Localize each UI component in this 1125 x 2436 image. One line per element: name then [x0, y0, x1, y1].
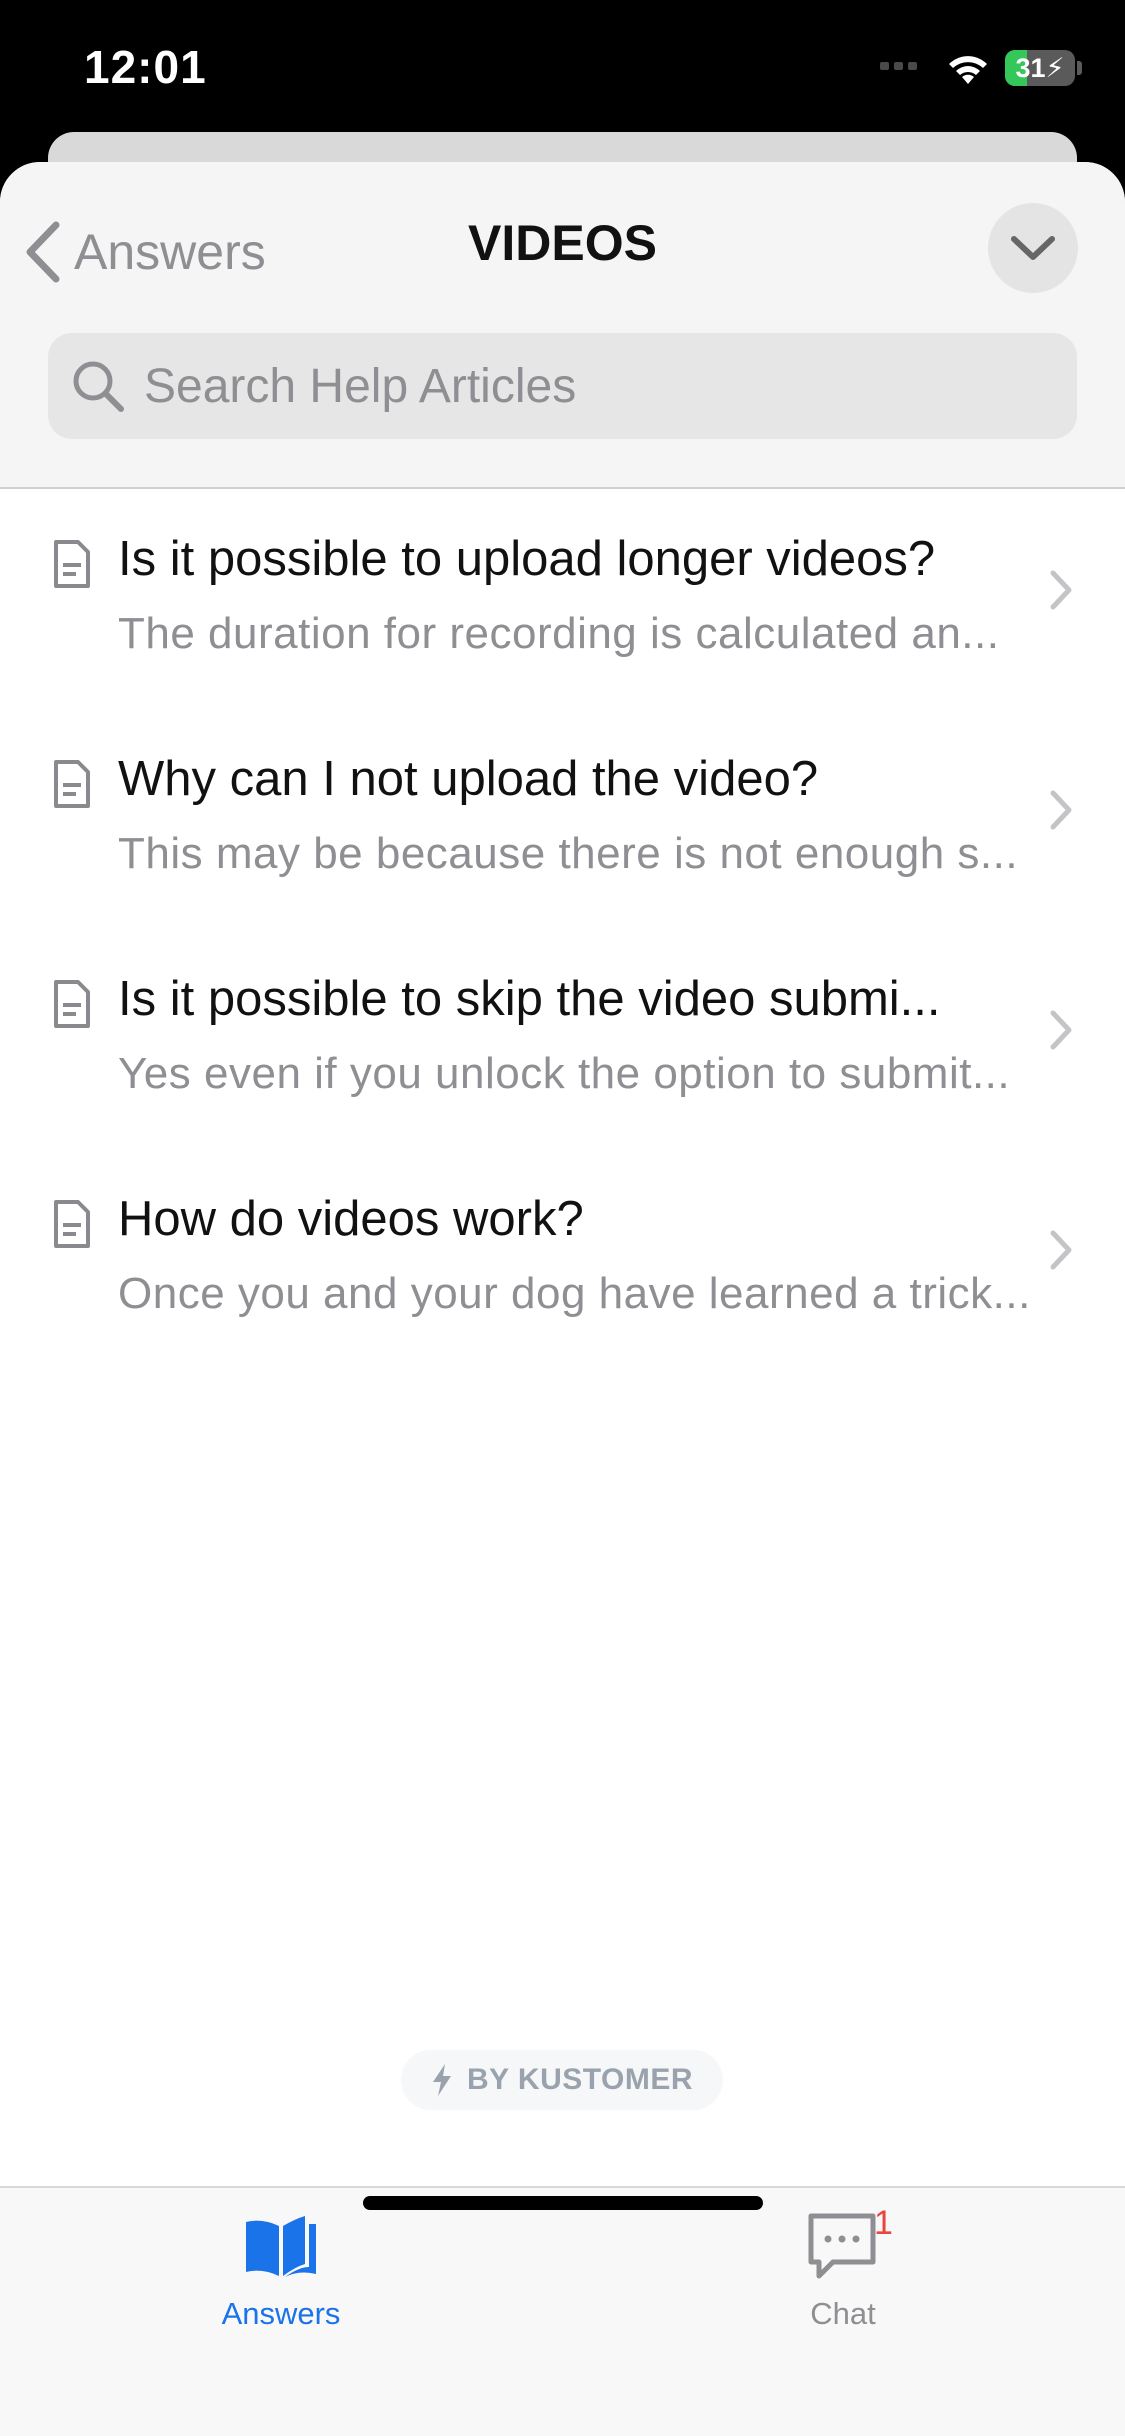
article-title: How do videos work? [118, 1192, 584, 1246]
help-sheet: Answers VIDEOS Is it possible to uplo [0, 162, 1125, 2436]
chevron-right-icon [1050, 570, 1072, 610]
article-item[interactable]: How do videos work? Once you and your do… [0, 1149, 1125, 1369]
search-bar[interactable] [48, 333, 1077, 439]
chat-badge: 1 [874, 2204, 893, 2242]
powered-by-label: BY KUSTOMER [466, 2063, 694, 2096]
header: Answers VIDEOS [0, 162, 1125, 489]
tab-chat-label: Chat [810, 2296, 876, 2331]
chevron-right-icon [1050, 1010, 1072, 1050]
chevron-right-icon [1050, 1230, 1072, 1270]
article-item[interactable]: Is it possible to upload longer videos? … [0, 489, 1125, 709]
battery-level: 31⚡ [1015, 53, 1065, 83]
bolt-icon [432, 2064, 451, 2096]
status-bar: 12:01 31⚡ [0, 0, 1125, 140]
wifi-icon [949, 56, 987, 84]
article-title: Is it possible to upload longer videos? [118, 532, 936, 586]
tab-answers[interactable]: Answers [131, 2188, 431, 2338]
document-icon [54, 760, 90, 808]
document-icon [54, 980, 90, 1028]
home-indicator [363, 2196, 763, 2210]
back-button[interactable]: Answers [22, 212, 266, 292]
powered-by-badge[interactable]: BY KUSTOMER [401, 2050, 723, 2110]
battery-tip [1077, 61, 1082, 75]
book-icon [246, 2216, 316, 2277]
tab-answers-label: Answers [221, 2296, 341, 2331]
chat-bubble-icon [808, 2213, 876, 2279]
article-excerpt: Once you and your dog have learned a tri… [118, 1269, 1031, 1318]
article-excerpt: This may be because there is not enough … [118, 829, 1019, 878]
search-input[interactable] [142, 357, 1046, 415]
article-excerpt: The duration for recording is calculated… [118, 609, 1000, 658]
document-icon [54, 1200, 90, 1248]
article-title: Why can I not upload the video? [118, 752, 819, 806]
article-item[interactable]: Why can I not upload the video? This may… [0, 709, 1125, 929]
tab-bar: Answers 1 Chat [0, 2186, 1125, 2436]
battery-icon: 31⚡ [1005, 50, 1075, 86]
document-icon [54, 540, 90, 588]
article-item[interactable]: Is it possible to skip the video submi..… [0, 929, 1125, 1149]
search-icon [68, 356, 128, 416]
article-title: Is it possible to skip the video submi..… [118, 972, 941, 1026]
chevron-right-icon [1050, 790, 1072, 830]
status-time: 12:01 [84, 41, 207, 93]
tab-chat[interactable]: 1 Chat [693, 2188, 993, 2338]
chevron-down-icon [1011, 236, 1055, 260]
collapse-button[interactable] [988, 203, 1078, 293]
article-list: Is it possible to upload longer videos? … [0, 489, 1125, 1369]
back-label: Answers [74, 224, 266, 280]
article-excerpt: Yes even if you unlock the option to sub… [118, 1049, 1011, 1098]
chevron-left-icon [26, 221, 60, 283]
